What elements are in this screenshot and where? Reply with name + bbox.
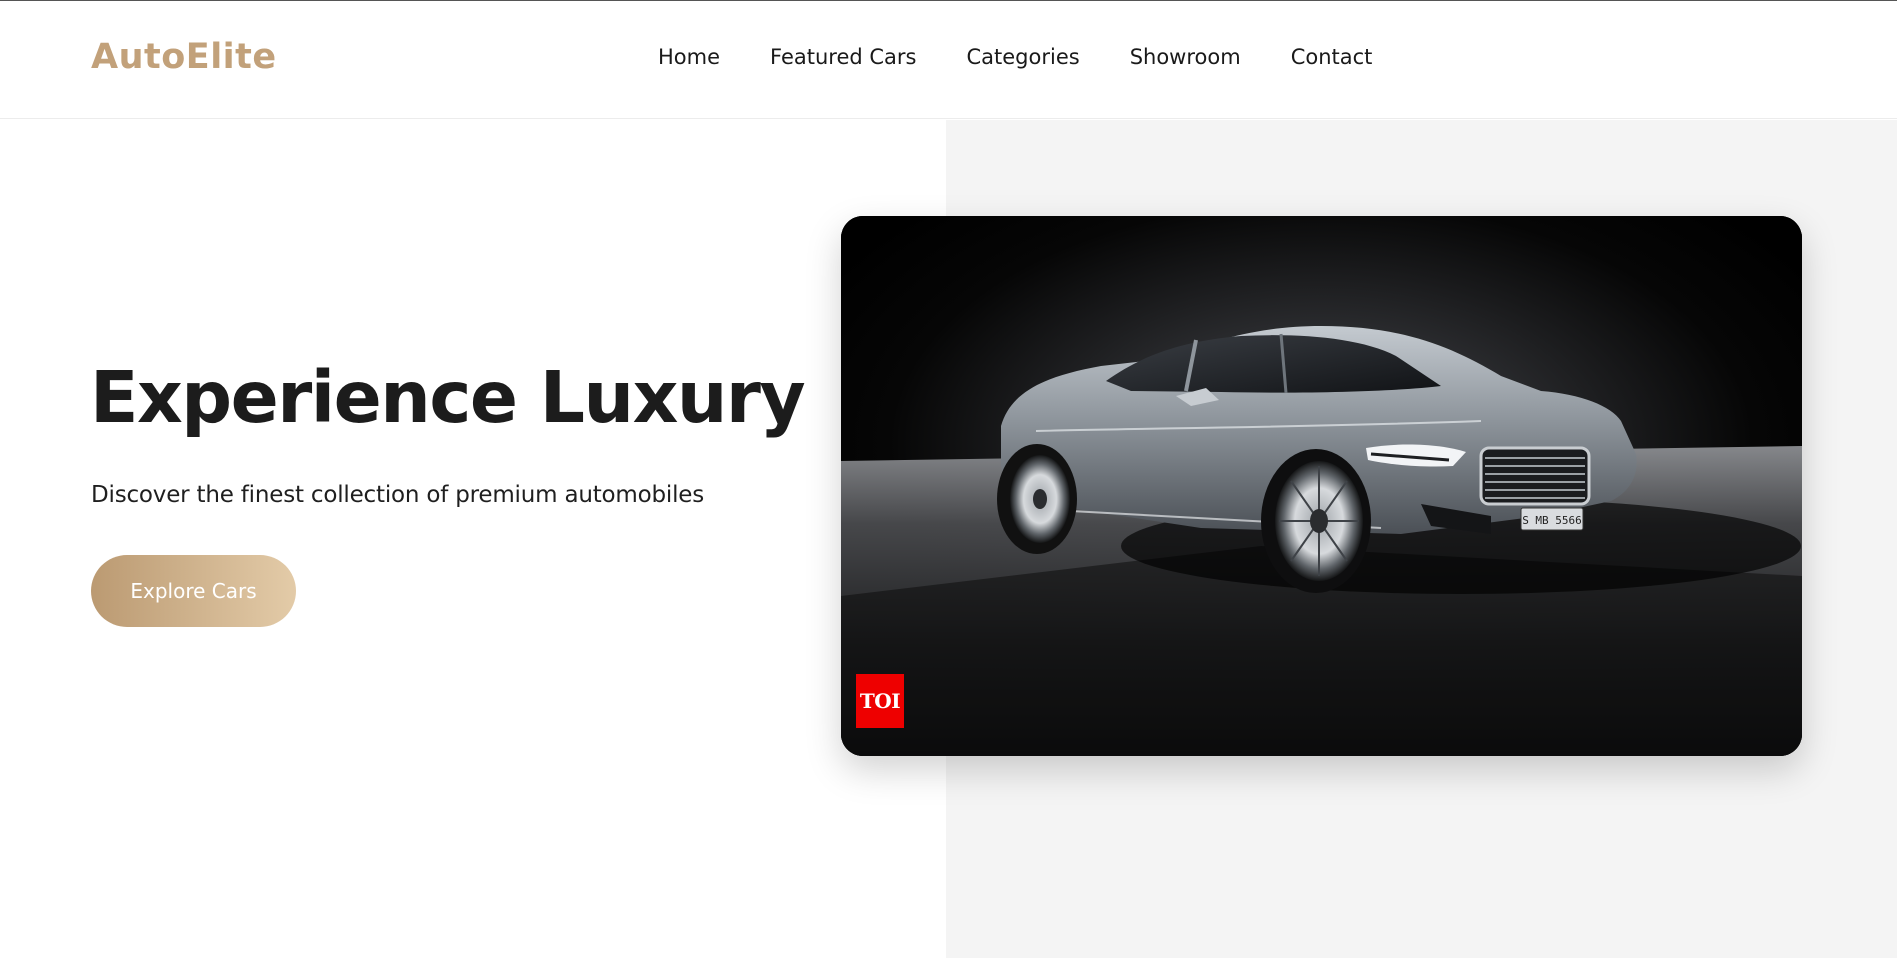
license-plate-text: S MB 5566 [1522, 514, 1582, 527]
nav-link-categories[interactable]: Categories [966, 45, 1079, 69]
car-image: S MB 5566 [841, 216, 1802, 756]
nav-link-contact[interactable]: Contact [1291, 45, 1373, 69]
toi-badge: TOI [856, 674, 904, 728]
navbar: AutoElite Home Featured Cars Categories … [0, 1, 1897, 119]
hero-title: Experience Luxury [90, 356, 806, 439]
explore-cars-button[interactable]: Explore Cars [91, 555, 296, 627]
nav-link-featured-cars[interactable]: Featured Cars [770, 45, 916, 69]
hero-subtitle: Discover the finest collection of premiu… [91, 482, 704, 508]
nav-link-home[interactable]: Home [658, 45, 720, 69]
hero-image-card: S MB 5566 TOI [841, 216, 1802, 756]
brand-logo[interactable]: AutoElite [91, 37, 277, 77]
nav-link-showroom[interactable]: Showroom [1130, 45, 1241, 69]
main-nav: Home Featured Cars Categories Showroom C… [658, 45, 1372, 69]
